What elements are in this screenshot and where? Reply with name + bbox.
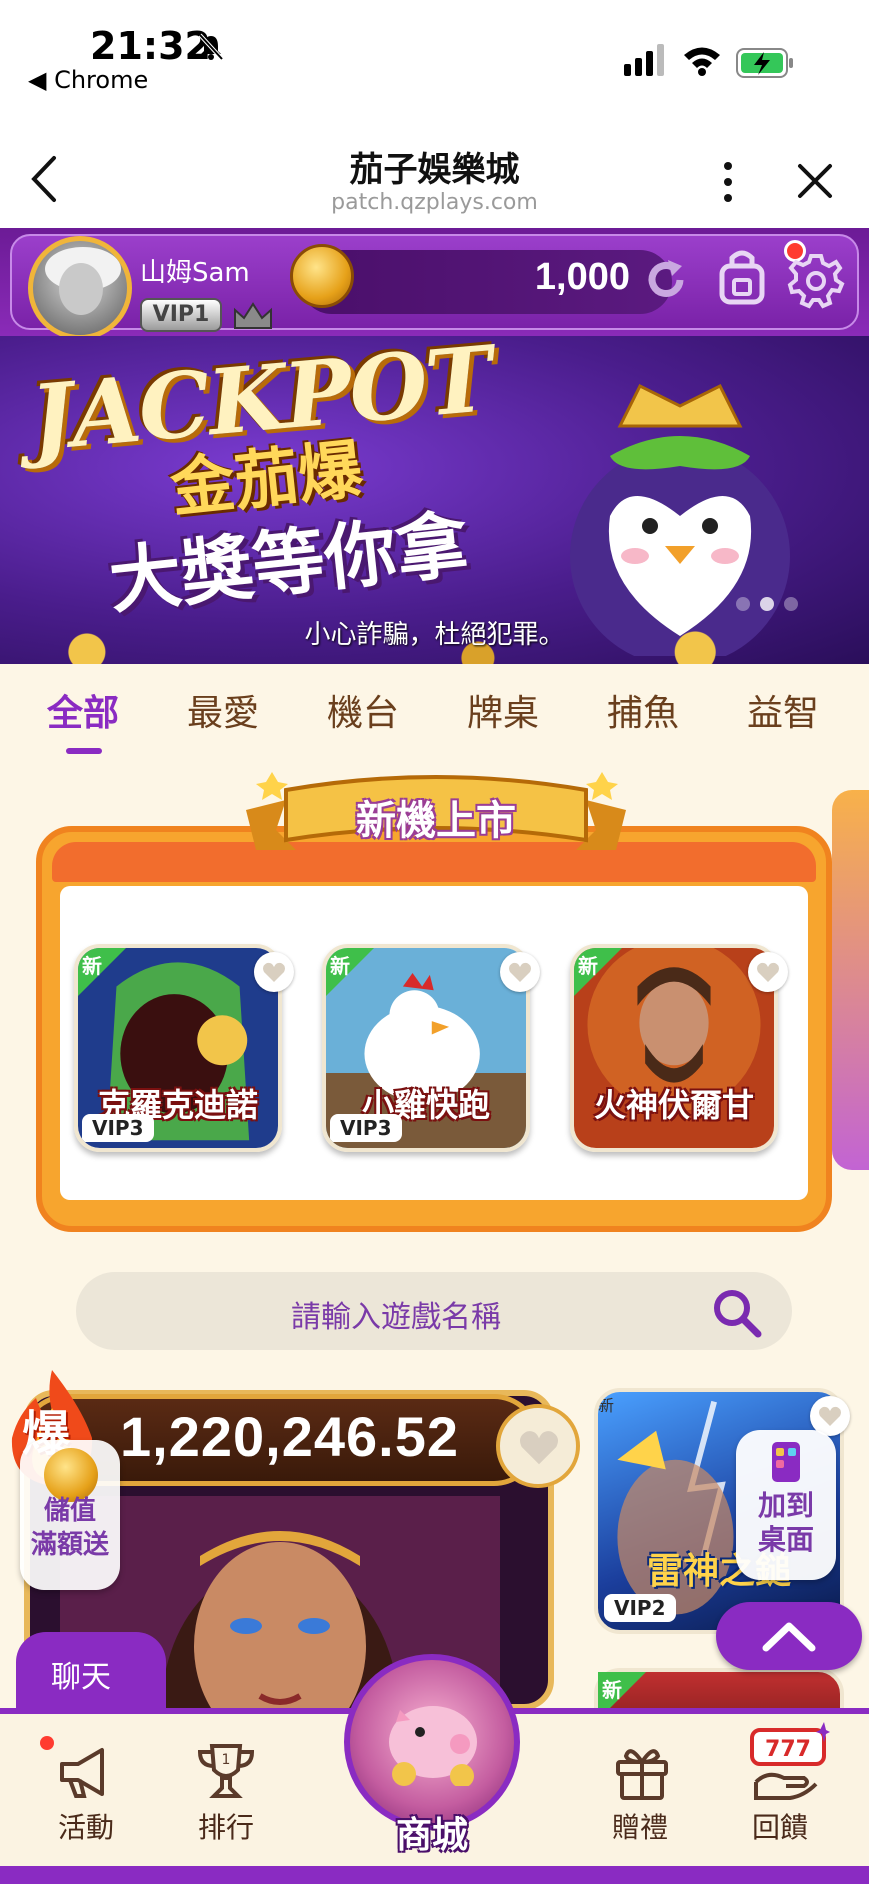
jackpot-value: 1,220,246.52 <box>120 1405 459 1468</box>
search-bar[interactable]: 請輸入遊戲名稱 <box>76 1272 792 1350</box>
status-bar: 21:32 ◀ Chrome <box>0 0 869 104</box>
tab-puzzle[interactable]: 益智 <box>718 684 848 736</box>
banner-pager <box>736 596 808 615</box>
add-home-label-2: 桌面 <box>757 1523 814 1556</box>
game-title: 火神伏爾甘 <box>593 1086 754 1124</box>
pager-dot[interactable] <box>736 597 750 611</box>
wifi-icon <box>684 47 720 76</box>
ribbon-title: 新機上市 <box>356 798 516 844</box>
tab-fishing[interactable]: 捕魚 <box>578 684 708 736</box>
avatar-face <box>59 263 103 315</box>
favorite-heart-icon[interactable] <box>748 952 788 992</box>
nav-rebate[interactable]: 回饋 <box>720 1806 840 1846</box>
svg-text:1: 1 <box>222 1752 231 1768</box>
vip-lock-badge: VIP3 <box>82 1114 154 1142</box>
favorite-heart-icon[interactable] <box>254 952 294 992</box>
banner-warning: 小心詐騙，杜絕犯罪。 <box>304 620 565 650</box>
new-tag-label: 新 <box>602 1678 622 1702</box>
browser-header: 茄子娛樂城 patch.qzplays.com <box>0 104 869 228</box>
nav-activity[interactable]: 活動 <box>26 1806 146 1846</box>
scroll-to-top-button[interactable] <box>716 1602 862 1670</box>
chevron-up-icon <box>762 1622 816 1652</box>
game-tile-vulcan[interactable]: 新 火神伏爾甘 <box>570 944 778 1152</box>
cellular-signal-icon <box>624 44 664 76</box>
topup-label-2: 滿額送 <box>30 1530 109 1560</box>
banner-line2: 大獎等你拿 <box>105 502 473 624</box>
new-tag-label: 新 <box>82 954 102 978</box>
gear-icon[interactable] <box>786 250 846 310</box>
favorite-heart-icon[interactable] <box>500 952 540 992</box>
topup-label-1: 儲值 <box>43 1496 96 1526</box>
gift-icon[interactable] <box>610 1740 674 1804</box>
bell-off-icon <box>198 33 224 61</box>
more-vertical-icon[interactable] <box>716 160 740 204</box>
game-tile-chicken-run[interactable]: 新 小雞快跑 VIP3 <box>322 944 530 1152</box>
refresh-icon[interactable] <box>644 258 688 302</box>
user-name: 山姆Sam <box>140 258 250 288</box>
coin-balance: 1,000 <box>534 256 630 298</box>
pager-dot-active[interactable] <box>760 597 774 611</box>
tab-machines[interactable]: 機台 <box>298 684 428 736</box>
megaphone-icon[interactable] <box>54 1740 118 1804</box>
close-icon[interactable] <box>796 162 834 200</box>
next-carousel-peek[interactable] <box>832 790 869 1170</box>
coin-icon <box>290 244 354 308</box>
chat-label[interactable]: 聊天 <box>16 1652 146 1696</box>
nav-shop[interactable]: 商城 <box>372 1806 492 1858</box>
back-to-chrome[interactable]: ◀ Chrome <box>28 66 148 94</box>
crown-icon <box>234 302 272 329</box>
bag-icon[interactable] <box>716 248 768 306</box>
new-tag-label: 新 <box>330 954 350 978</box>
status-time: 21:32 <box>90 24 211 68</box>
notification-dot <box>40 1736 54 1750</box>
tab-favorites[interactable]: 最愛 <box>158 684 288 736</box>
bottom-edge-bar <box>0 1866 869 1884</box>
vip-badge[interactable]: VIP1 <box>140 298 222 332</box>
search-icon[interactable] <box>710 1286 764 1340</box>
tab-all[interactable]: 全部 <box>18 684 148 736</box>
avatar[interactable] <box>28 236 132 340</box>
search-input[interactable]: 請輸入遊戲名稱 <box>76 1292 716 1336</box>
nav-ranking[interactable]: 排行 <box>166 1806 286 1846</box>
svg-text:777: 777 <box>765 1737 811 1762</box>
tab-tables[interactable]: 牌桌 <box>438 684 568 736</box>
nav-gift[interactable]: 贈禮 <box>580 1806 700 1846</box>
battery-charging-icon <box>736 48 793 78</box>
active-tab-indicator <box>66 748 102 754</box>
trophy-icon[interactable]: 1 <box>194 1740 258 1804</box>
game-tile-crocodile[interactable]: 新 克羅克迪諾 VIP3 <box>74 944 282 1152</box>
vip-lock-badge: VIP3 <box>330 1114 402 1142</box>
piggy-bank-icon <box>389 1706 477 1786</box>
new-tag-label: 新 <box>578 954 598 978</box>
promo-banner[interactable]: JACKPOT 金茄爆 大獎等你拿 小心詐騙，杜絕犯罪。 <box>0 336 869 664</box>
favorite-heart-icon[interactable] <box>496 1404 580 1488</box>
slot-777-icon[interactable]: 777 <box>746 1722 830 1806</box>
phone-icon <box>772 1442 800 1482</box>
category-tabs: 全部 最愛 機台 牌桌 捕魚 益智 <box>0 664 869 764</box>
pager-dot[interactable] <box>784 597 798 611</box>
shop-button[interactable] <box>344 1654 520 1830</box>
vip-lock-badge: VIP2 <box>604 1594 676 1622</box>
